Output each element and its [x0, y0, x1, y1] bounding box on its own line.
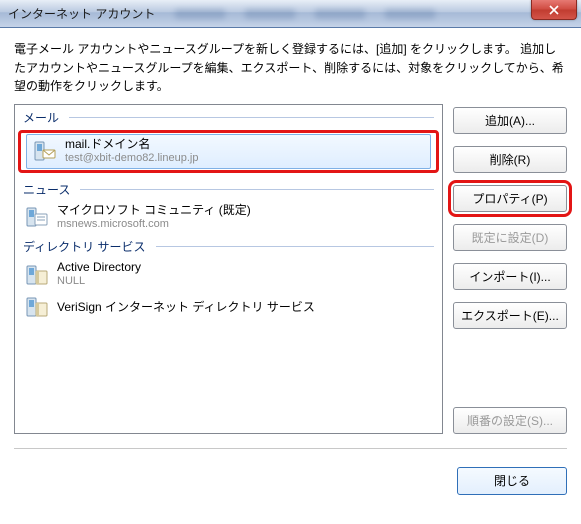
- title-bar: インターネット アカウント: [0, 0, 581, 28]
- add-button[interactable]: 追加(A)...: [453, 107, 567, 134]
- list-item[interactable]: マイクロソフト コミュニティ (既定) msnews.microsoft.com: [15, 200, 442, 235]
- footer-rule: [14, 448, 567, 449]
- news-account-icon: [25, 205, 49, 229]
- set-order-button: 順番の設定(S)...: [453, 407, 567, 434]
- import-button[interactable]: インポート(I)...: [453, 263, 567, 290]
- section-label: メール: [23, 109, 59, 126]
- export-button[interactable]: エクスポート(E)...: [453, 302, 567, 329]
- item-title: マイクロソフト コミュニティ (既定): [57, 203, 251, 218]
- section-header-mail: メール: [15, 105, 442, 128]
- accounts-list-panel: メール mail.ドメイン名 test@xbit-demo82.lineup.j…: [14, 104, 443, 434]
- item-subtitle: msnews.microsoft.com: [57, 218, 251, 232]
- item-title: VeriSign インターネット ディレクトリ サービス: [57, 300, 315, 315]
- dialog-body: 電子メール アカウントやニュースグループを新しく登録するには、[追加] をクリッ…: [0, 28, 581, 467]
- section-rule: [69, 117, 434, 118]
- section-rule: [156, 246, 435, 247]
- properties-button[interactable]: プロパティ(P): [453, 185, 567, 212]
- spacer: [453, 341, 567, 395]
- button-column: 追加(A)... 削除(R) プロパティ(P) 既定に設定(D) インポート(I…: [453, 104, 567, 434]
- directory-icon: [25, 263, 49, 287]
- item-subtitle: test@xbit-demo82.lineup.jp: [65, 152, 198, 166]
- mail-account-icon: [33, 139, 57, 163]
- item-title: Active Directory: [57, 260, 141, 275]
- directory-icon: [25, 295, 49, 319]
- section-rule: [80, 189, 434, 190]
- section-label: ディレクトリ サービス: [23, 238, 146, 255]
- titlebar-blur: [155, 0, 581, 27]
- main-row: メール mail.ドメイン名 test@xbit-demo82.lineup.j…: [14, 104, 567, 434]
- selected-highlight: mail.ドメイン名 test@xbit-demo82.lineup.jp: [18, 130, 439, 173]
- list-item[interactable]: VeriSign インターネット ディレクトリ サービス: [15, 292, 442, 322]
- section-label: ニュース: [23, 181, 70, 198]
- list-item[interactable]: Active Directory NULL: [15, 257, 442, 292]
- section-header-directory: ディレクトリ サービス: [15, 234, 442, 257]
- item-text: mail.ドメイン名 test@xbit-demo82.lineup.jp: [65, 137, 198, 166]
- item-title: mail.ドメイン名: [65, 137, 198, 152]
- close-icon: [548, 5, 560, 15]
- close-button[interactable]: 閉じる: [457, 467, 567, 495]
- set-default-button: 既定に設定(D): [453, 224, 567, 251]
- window-title: インターネット アカウント: [8, 5, 155, 22]
- list-item[interactable]: mail.ドメイン名 test@xbit-demo82.lineup.jp: [26, 134, 431, 169]
- remove-button[interactable]: 削除(R): [453, 146, 567, 173]
- item-text: マイクロソフト コミュニティ (既定) msnews.microsoft.com: [57, 203, 251, 232]
- section-header-news: ニュース: [15, 177, 442, 200]
- description-text: 電子メール アカウントやニュースグループを新しく登録するには、[追加] をクリッ…: [14, 40, 567, 96]
- footer: 閉じる: [0, 467, 581, 505]
- item-text: Active Directory NULL: [57, 260, 141, 289]
- item-subtitle: NULL: [57, 275, 141, 289]
- window-close-button[interactable]: [531, 0, 577, 20]
- item-text: VeriSign インターネット ディレクトリ サービス: [57, 300, 315, 315]
